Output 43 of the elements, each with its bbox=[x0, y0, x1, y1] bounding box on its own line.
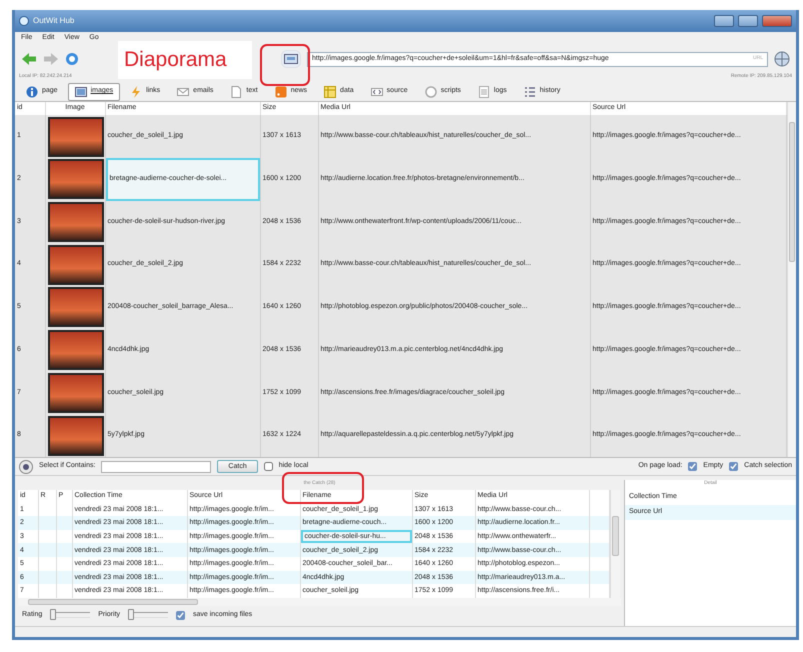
scrollbar[interactable] bbox=[610, 490, 620, 598]
hide-local-checkbox[interactable] bbox=[264, 462, 273, 471]
back-icon[interactable] bbox=[21, 52, 37, 66]
close-button[interactable] bbox=[762, 15, 792, 27]
photo-placeholder bbox=[48, 116, 104, 157]
slider-thumb[interactable] bbox=[128, 609, 134, 620]
photo-placeholder bbox=[48, 372, 104, 413]
maximize-button[interactable] bbox=[738, 15, 758, 27]
table-icon bbox=[324, 86, 336, 98]
info-icon bbox=[26, 86, 38, 98]
lightning-icon bbox=[130, 86, 142, 98]
photo-placeholder bbox=[48, 202, 104, 242]
window-title: OutWit Hub bbox=[33, 15, 74, 27]
list-document-icon bbox=[478, 86, 490, 98]
empty-checkbox[interactable] bbox=[688, 462, 698, 471]
help-icon[interactable] bbox=[19, 460, 33, 474]
code-icon bbox=[370, 86, 383, 98]
photo-placeholder bbox=[48, 244, 104, 285]
photo-placeholder bbox=[48, 287, 104, 328]
picture-icon bbox=[74, 86, 87, 98]
forward-icon[interactable] bbox=[43, 52, 59, 66]
envelope-icon bbox=[177, 86, 190, 98]
photo-placeholder bbox=[48, 159, 104, 200]
slider-thumb[interactable] bbox=[50, 609, 56, 620]
reload-icon[interactable] bbox=[65, 52, 79, 66]
scrollbar[interactable] bbox=[18, 598, 621, 606]
filter-input[interactable] bbox=[101, 460, 212, 472]
minimize-button[interactable] bbox=[714, 15, 734, 27]
app-icon bbox=[19, 16, 29, 26]
circle-icon bbox=[424, 86, 437, 98]
annotation-label: Diaporama bbox=[118, 41, 252, 79]
slider-track[interactable] bbox=[128, 612, 168, 618]
feed-icon bbox=[274, 86, 287, 98]
list-icon bbox=[524, 86, 536, 98]
slideshow-icon bbox=[284, 54, 298, 64]
photo-placeholder bbox=[48, 416, 104, 456]
save-files-checkbox[interactable] bbox=[176, 610, 186, 620]
catch-selection-checkbox[interactable] bbox=[729, 462, 738, 471]
slideshow-button[interactable] bbox=[281, 50, 301, 68]
globe-icon[interactable] bbox=[774, 51, 790, 67]
document-icon bbox=[230, 86, 242, 98]
slider-track[interactable] bbox=[50, 612, 90, 618]
photo-placeholder bbox=[48, 330, 104, 370]
